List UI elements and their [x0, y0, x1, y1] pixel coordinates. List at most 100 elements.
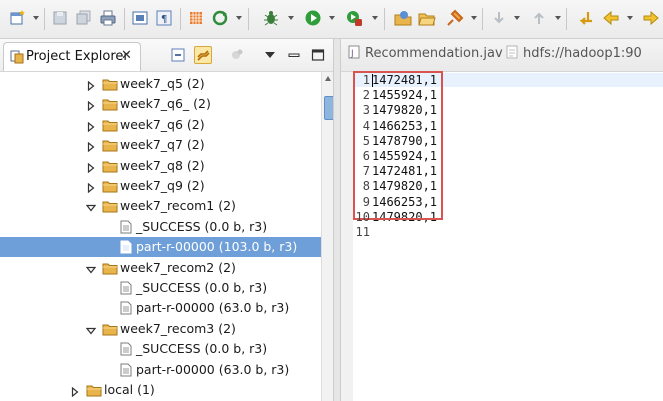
- expand-arrow-icon[interactable]: [86, 161, 96, 173]
- code-line: 1479820,1: [372, 179, 438, 194]
- tree-file-item[interactable]: part-r-00000 (63.0 b, r3): [0, 298, 321, 318]
- folder-icon: [86, 383, 102, 397]
- task-dropdown-icon[interactable]: [471, 16, 477, 20]
- tree-item-label: week7_recom1 (2): [120, 198, 236, 214]
- link-with-editor-icon[interactable]: [194, 46, 212, 64]
- previous-annotation-dropdown-icon[interactable]: [555, 16, 561, 20]
- collapse-arrow-icon[interactable]: [85, 263, 97, 274]
- view-sash[interactable]: [333, 39, 341, 401]
- tree-item-label: week7_q8 (2): [120, 157, 205, 173]
- tree-folder-item[interactable]: week7_recom1 (2): [0, 196, 321, 216]
- toolbar-separator: [124, 8, 125, 30]
- collapse-arrow-icon[interactable]: [85, 201, 97, 212]
- tree-file-item[interactable]: part-r-00000 (63.0 b, r3): [0, 360, 321, 380]
- new-dropdown-icon[interactable]: [33, 16, 39, 20]
- tab-recommendation-java[interactable]: J Recommendation.jav: [347, 45, 503, 63]
- folder-icon: [102, 77, 118, 91]
- line-number: 4: [362, 118, 370, 133]
- refresh-icon[interactable]: [211, 9, 229, 27]
- expand-arrow-icon[interactable]: [86, 120, 96, 133]
- file-icon: [118, 281, 134, 295]
- expand-arrow-icon[interactable]: [86, 79, 96, 92]
- maximize-icon[interactable]: [310, 47, 326, 63]
- code-line: 1466253,1: [372, 118, 438, 133]
- svg-text:J: J: [350, 49, 354, 59]
- svg-text:¶: ¶: [161, 14, 167, 25]
- expand-arrow-icon[interactable]: [86, 181, 96, 194]
- project-explorer-header: Project Explorer ✕: [0, 39, 333, 72]
- tree-item-label: _SUCCESS (0.0 b, r3): [136, 218, 268, 234]
- editor-area: J Recommendation.jav hdfs://hadoop1:90 1…: [341, 39, 663, 401]
- folder-icon: [102, 179, 118, 193]
- print-icon[interactable]: [99, 9, 117, 27]
- tree-file-item[interactable]: _SUCCESS (0.0 b, r3): [0, 217, 321, 237]
- tree-file-item[interactable]: _SUCCESS (0.0 b, r3): [0, 278, 321, 298]
- scroll-up-icon[interactable]: [325, 76, 331, 81]
- toolbar-separator: [44, 8, 45, 30]
- open-folder-icon[interactable]: [418, 9, 436, 27]
- tree-folder-item[interactable]: week7_recom2 (2): [0, 258, 321, 278]
- minimize-icon[interactable]: [286, 47, 302, 63]
- save-icon[interactable]: [51, 9, 69, 27]
- new-wizard-icon[interactable]: [9, 9, 27, 27]
- back-dropdown-icon[interactable]: [627, 16, 633, 20]
- expand-arrow-icon[interactable]: [86, 99, 96, 112]
- last-edit-location-icon[interactable]: [576, 9, 594, 27]
- line-number: 7: [362, 164, 370, 179]
- save-all-icon[interactable]: [75, 9, 93, 27]
- external-tool-dropdown-icon[interactable]: [372, 16, 378, 20]
- expand-arrow-icon[interactable]: [70, 385, 80, 398]
- tree-folder-item[interactable]: week7_q6_ (2): [0, 94, 321, 114]
- tree-file-item[interactable]: part-r-00000 (103.0 b, r3): [0, 237, 321, 258]
- next-annotation-icon[interactable]: [490, 9, 508, 27]
- tab-project-explorer[interactable]: Project Explorer ✕: [3, 42, 141, 71]
- tree-file-item[interactable]: _SUCCESS (0.0 b, r3): [0, 339, 321, 359]
- toolbar-separator: [384, 8, 385, 30]
- folder-icon: [102, 118, 118, 132]
- debug-icon[interactable]: [262, 9, 280, 27]
- file-icon: [118, 363, 134, 377]
- collapse-all-icon[interactable]: [170, 47, 186, 63]
- tree-item-label: week7_q6 (2): [120, 116, 205, 132]
- line-number: 5: [362, 133, 370, 148]
- line-number: 1: [362, 73, 370, 87]
- tree-folder-item[interactable]: week7_q5 (2): [0, 74, 321, 94]
- show-whitespace-icon[interactable]: ¶: [155, 9, 173, 27]
- focus-on-active-task-icon[interactable]: [229, 47, 245, 63]
- tree-folder-item[interactable]: week7_q9 (2): [0, 176, 321, 196]
- run-icon[interactable]: [304, 9, 322, 27]
- folder-icon: [102, 138, 118, 152]
- view-menu-icon[interactable]: [262, 47, 278, 63]
- tree-item-label: _SUCCESS (0.0 b, r3): [136, 280, 268, 295]
- tab-hdfs-file[interactable]: hdfs://hadoop1:90: [505, 45, 642, 63]
- tree-folder-item[interactable]: local (1): [0, 380, 321, 400]
- forward-icon[interactable]: [642, 9, 660, 27]
- tree-folder-item[interactable]: week7_q6 (2): [0, 115, 321, 135]
- toolbar-separator: [180, 8, 181, 30]
- run-external-tool-icon[interactable]: [345, 9, 363, 27]
- tree-item-label: week7_q9 (2): [120, 178, 205, 193]
- expand-arrow-icon[interactable]: [86, 140, 96, 153]
- run-dropdown-icon[interactable]: [329, 16, 335, 20]
- line-number: 11: [355, 225, 370, 239]
- next-annotation-dropdown-icon[interactable]: [514, 16, 520, 20]
- debug-dropdown-icon[interactable]: [288, 16, 294, 20]
- console-icon[interactable]: [131, 9, 149, 27]
- open-task-icon[interactable]: [446, 9, 464, 27]
- tree-folder-item[interactable]: week7_q7 (2): [0, 135, 321, 155]
- close-icon[interactable]: ✕: [121, 48, 132, 63]
- refresh-dropdown-icon[interactable]: [236, 16, 242, 20]
- new-java-project-icon[interactable]: [394, 9, 412, 27]
- tab-label: Recommendation.jav: [365, 46, 503, 61]
- tree-folder-item[interactable]: week7_q8 (2): [0, 156, 321, 176]
- project-explorer-icon: [10, 50, 24, 64]
- tree-folder-item[interactable]: week7_recom3 (2): [0, 319, 321, 339]
- folder-icon: [102, 199, 118, 213]
- back-icon[interactable]: [602, 9, 620, 27]
- code-line: 1455924,1: [372, 88, 438, 103]
- collapse-arrow-icon[interactable]: [85, 324, 97, 335]
- line-number: 10: [355, 209, 370, 224]
- previous-annotation-icon[interactable]: [530, 9, 548, 27]
- tree-item-label: week7_recom2 (2): [120, 259, 236, 275]
- build-icon[interactable]: [187, 9, 205, 27]
